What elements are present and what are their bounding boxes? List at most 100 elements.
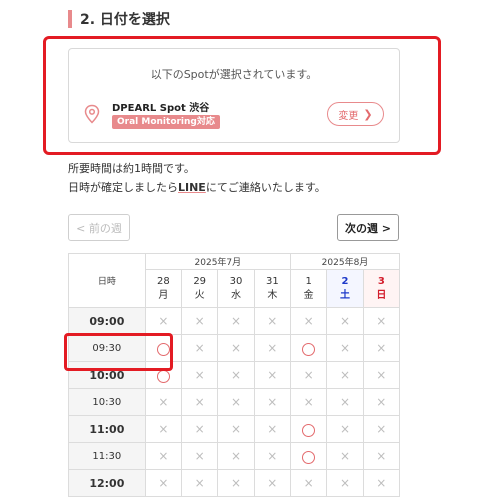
unavailable-x-icon: × [376, 422, 387, 436]
time-row: 11:30 × × × × × × [68, 442, 401, 470]
unavailable-slot: × [289, 469, 328, 497]
available-slot[interactable] [289, 442, 328, 470]
unavailable-x-icon: × [267, 395, 278, 409]
unavailable-x-icon: × [158, 449, 169, 463]
change-spot-button[interactable]: 変更 ❯ [327, 102, 384, 126]
unavailable-x-icon: × [267, 314, 278, 328]
day-date: 28 [156, 275, 170, 287]
unavailable-slot: × [253, 307, 292, 335]
step-header: 2. 日付を選択 [68, 10, 170, 28]
unavailable-x-icon: × [339, 395, 351, 409]
unavailable-x-icon: × [194, 476, 205, 490]
time-label: 10:30 [68, 388, 146, 416]
unavailable-slot: × [181, 361, 219, 389]
available-slot[interactable] [144, 334, 183, 362]
time-label: 11:30 [68, 442, 146, 470]
prev-week-button[interactable]: < 前の週 [68, 214, 130, 241]
unavailable-slot: × [362, 388, 401, 416]
day-header-3: 31 木 [253, 269, 292, 308]
unavailable-x-icon: × [303, 314, 314, 328]
unavailable-slot: × [362, 307, 401, 335]
available-circle-icon [302, 342, 316, 356]
unavailable-slot: × [181, 415, 219, 443]
change-button-label: 変更 [338, 110, 359, 122]
line-link-text: LINE [178, 181, 206, 194]
unavailable-x-icon: × [158, 395, 169, 409]
unavailable-slot: × [362, 442, 401, 470]
spot-selected-message: 以下のSpotが選択されています。 [150, 68, 318, 81]
available-slot[interactable] [144, 361, 183, 389]
unavailable-x-icon: × [194, 395, 205, 409]
datetime-header: 日時 [68, 253, 146, 308]
unavailable-slot: × [217, 415, 255, 443]
unavailable-x-icon: × [303, 395, 314, 409]
unavailable-x-icon: × [158, 476, 169, 490]
day-header-5: 2土 [326, 269, 364, 308]
unavailable-x-icon: × [230, 341, 242, 355]
unavailable-x-icon: × [376, 395, 387, 409]
day-weekday: 日 [376, 289, 387, 301]
day-date: 31 [265, 275, 279, 287]
unavailable-x-icon: × [376, 449, 387, 463]
unavailable-x-icon: × [267, 368, 278, 382]
unavailable-slot: × [144, 442, 183, 470]
day-header-2: 30 水 [217, 269, 255, 308]
unavailable-slot: × [253, 361, 292, 389]
unavailable-slot: × [362, 415, 401, 443]
unavailable-x-icon: × [303, 476, 314, 490]
available-slot[interactable] [289, 334, 328, 362]
day-weekday: 水 [231, 289, 241, 301]
unavailable-x-icon: × [267, 449, 278, 463]
unavailable-slot: × [253, 469, 292, 497]
unavailable-slot: × [217, 307, 255, 335]
confirmation-suffix: にてご連絡いたします。 [205, 181, 326, 194]
unavailable-slot: × [326, 307, 364, 335]
unavailable-x-icon: × [194, 422, 205, 436]
duration-text: 所要時間は約1時間です。 [68, 162, 195, 175]
unavailable-x-icon: × [158, 314, 169, 328]
unavailable-x-icon: × [339, 368, 351, 382]
spot-name: DPEARL Spot 渋谷 [112, 103, 210, 114]
unavailable-slot: × [326, 415, 364, 443]
time-label: 09:00 [68, 307, 146, 335]
time-row: 10:30 × × × × × × × [68, 388, 401, 416]
unavailable-slot: × [326, 334, 364, 362]
time-label: 10:00 [68, 361, 146, 389]
day-weekday: 火 [194, 289, 205, 301]
selected-spot-card: 以下のSpotが選択されています。 DPEARL Spot 渋谷 Oral Mo… [68, 48, 400, 143]
month-july: 2025年7月 [144, 253, 292, 270]
unavailable-slot: × [144, 307, 183, 335]
unavailable-x-icon: × [339, 341, 351, 355]
unavailable-slot: × [217, 334, 255, 362]
unavailable-x-icon: × [376, 314, 387, 328]
unavailable-x-icon: × [339, 314, 351, 328]
unavailable-slot: × [326, 361, 364, 389]
unavailable-slot: × [326, 442, 364, 470]
day-header-4: 1金 [289, 269, 328, 308]
unavailable-slot: × [326, 388, 364, 416]
unavailable-slot: × [362, 361, 401, 389]
available-circle-icon [156, 369, 170, 383]
unavailable-x-icon: × [194, 314, 205, 328]
unavailable-slot: × [181, 469, 219, 497]
next-week-button[interactable]: 次の週 > [337, 214, 399, 241]
day-date: 2 [341, 275, 349, 287]
unavailable-slot: × [326, 469, 364, 497]
available-slot[interactable] [289, 415, 328, 443]
unavailable-slot: × [144, 469, 183, 497]
day-weekday: 土 [339, 289, 350, 301]
unavailable-x-icon: × [267, 341, 278, 355]
unavailable-x-icon: × [230, 395, 242, 409]
unavailable-slot: × [253, 415, 292, 443]
day-date: 30 [229, 275, 243, 287]
unavailable-x-icon: × [267, 476, 278, 490]
time-label: 12:00 [68, 469, 146, 497]
unavailable-x-icon: × [376, 368, 387, 382]
available-circle-icon [156, 342, 170, 356]
time-row: 12:00 × × × × × × × [68, 469, 401, 497]
unavailable-x-icon: × [376, 341, 387, 355]
unavailable-x-icon: × [230, 422, 242, 436]
unavailable-x-icon: × [194, 341, 205, 355]
time-row: 10:00 × × × × × × [68, 361, 401, 389]
day-date: 3 [377, 275, 385, 287]
